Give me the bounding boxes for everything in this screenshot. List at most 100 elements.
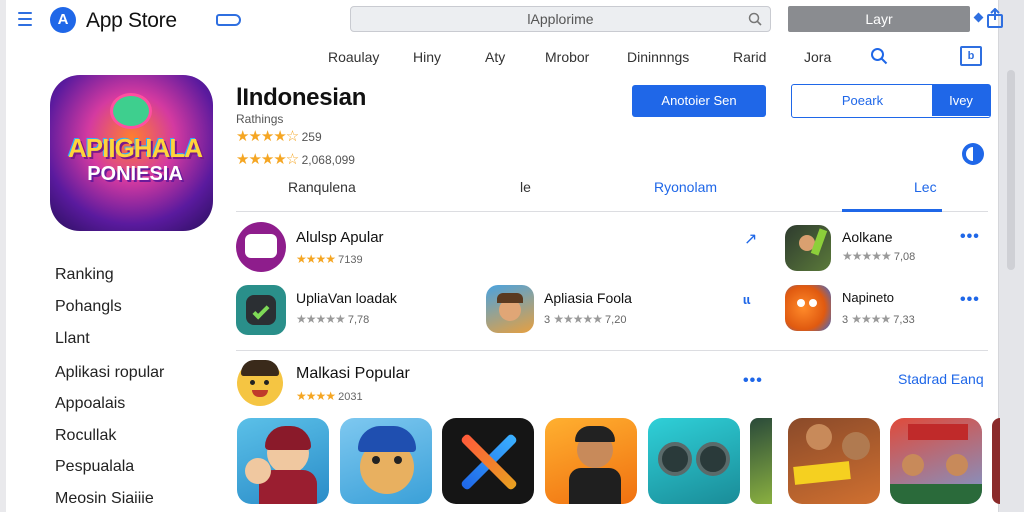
link-icon[interactable]: ɩɩ bbox=[743, 292, 750, 307]
active-tab-indicator bbox=[842, 209, 942, 212]
app-name[interactable]: Apliasia Foola bbox=[544, 290, 632, 306]
open-arrow-icon[interactable]: ↗ bbox=[744, 229, 757, 249]
nav-item[interactable]: Dininnngs bbox=[627, 49, 689, 65]
sidebar-item[interactable]: Aplikasi ropular bbox=[55, 364, 164, 382]
app-rating: ★★★★★ 7,08 bbox=[842, 249, 915, 263]
nav-item[interactable]: Hiny bbox=[413, 49, 441, 65]
vertical-scrollbar[interactable] bbox=[998, 0, 1024, 512]
category-nav: Roaulay Hiny Aty Mrobor Dininnngs Rarid … bbox=[300, 44, 1000, 72]
featured-app-logo-text: APIIGHALA bbox=[68, 133, 203, 163]
app-tile-partial[interactable] bbox=[750, 418, 772, 504]
app-tile[interactable] bbox=[442, 418, 534, 504]
share-icon[interactable] bbox=[986, 8, 1004, 28]
app-tile[interactable] bbox=[545, 418, 637, 504]
app-tile[interactable] bbox=[340, 418, 432, 504]
star-rating: ★★★★ bbox=[851, 312, 891, 326]
app-tile[interactable] bbox=[890, 418, 982, 504]
left-window-edge bbox=[0, 0, 6, 512]
nav-item[interactable]: Rarid bbox=[733, 49, 766, 65]
section-title: Malkasi Popular bbox=[296, 365, 410, 382]
app-tile[interactable] bbox=[648, 418, 740, 504]
layr-button[interactable]: Layr bbox=[788, 6, 970, 32]
sidebar-item[interactable]: Appoalais bbox=[55, 395, 125, 413]
section-tabs: Ranqulena le Ryonolam Lec bbox=[236, 172, 988, 212]
nav-item[interactable]: Roaulay bbox=[328, 49, 379, 65]
rating-value: 7,78 bbox=[347, 314, 370, 326]
star-rating: ★★★★★ bbox=[553, 312, 603, 326]
see-all-link[interactable]: Stadrad Eanq bbox=[898, 371, 984, 387]
more-options-icon[interactable]: ••• bbox=[743, 372, 763, 390]
app-name[interactable]: UpliaVan loadak bbox=[296, 290, 397, 306]
theme-toggle-icon[interactable] bbox=[962, 143, 984, 165]
rating-value: 7,20 bbox=[605, 314, 627, 326]
star-rating: ★★★★★ bbox=[296, 312, 346, 326]
search-input[interactable]: lApplorime bbox=[350, 6, 771, 32]
page-title: lIndonesian bbox=[236, 84, 367, 111]
sidebar-item[interactable]: Pespualala bbox=[55, 458, 134, 476]
scrollbar-thumb[interactable] bbox=[1007, 70, 1015, 270]
secondary-action-right-button[interactable]: Ivey bbox=[932, 85, 990, 116]
search-input-value: lApplorime bbox=[527, 11, 594, 27]
app-tile-partial[interactable] bbox=[992, 418, 1000, 504]
message-icon[interactable] bbox=[216, 14, 241, 26]
app-title: App Store bbox=[86, 9, 177, 32]
sidebar-item[interactable]: Llant bbox=[55, 330, 90, 348]
secondary-action-button[interactable]: Poeark Ivey bbox=[791, 84, 991, 118]
featured-app-logo-text: PONIESIA bbox=[87, 163, 183, 185]
app-rating: ★★★★★ 7,78 bbox=[296, 312, 369, 326]
hamburger-menu-icon[interactable] bbox=[18, 12, 32, 26]
primary-action-button[interactable]: Anotoier Sen bbox=[632, 85, 766, 117]
popular-section-icon bbox=[237, 360, 283, 406]
bookmark-box-icon[interactable]: b bbox=[960, 46, 982, 66]
section-rating: ★★★★ 2031 bbox=[296, 389, 363, 403]
rating-prefix: 3 bbox=[842, 314, 849, 326]
featured-app-icon[interactable]: APIIGHALA PONIESIA bbox=[50, 75, 213, 231]
app-name[interactable]: Napineto bbox=[842, 290, 894, 305]
rating-summary: ★★★★☆ 259 bbox=[236, 127, 322, 145]
rating-prefix: 3 bbox=[544, 314, 551, 326]
app-name[interactable]: Alulsp Apular bbox=[296, 229, 384, 246]
diamond-icon[interactable] bbox=[973, 12, 984, 23]
tab-item[interactable]: Ranqulena bbox=[288, 179, 356, 195]
app-icon-napineto[interactable] bbox=[785, 285, 831, 331]
star-rating: ★★★★ bbox=[296, 389, 336, 403]
nav-item[interactable]: Jora bbox=[804, 49, 831, 65]
sidebar-item[interactable]: Meosin Siaiiie bbox=[55, 490, 154, 508]
rating-value: 259 bbox=[301, 130, 322, 144]
app-rating: 3 ★★★★★ 7,20 bbox=[544, 312, 626, 326]
tab-item[interactable]: le bbox=[520, 179, 531, 195]
rating-value: 7139 bbox=[338, 254, 363, 266]
star-rating: ★★★★☆ bbox=[236, 151, 299, 168]
app-icon-aolkane[interactable] bbox=[785, 225, 831, 271]
rating-value: 7,33 bbox=[893, 314, 915, 326]
nav-item[interactable]: Aty bbox=[485, 49, 505, 65]
tab-item[interactable]: Ryonolam bbox=[654, 179, 717, 195]
more-options-icon[interactable]: ••• bbox=[960, 291, 980, 309]
app-icon-upliavan[interactable] bbox=[236, 285, 286, 335]
mascot-icon bbox=[110, 93, 152, 129]
rating-value: 2031 bbox=[338, 391, 363, 403]
star-rating: ★★★★ bbox=[296, 252, 336, 266]
app-tile[interactable] bbox=[237, 418, 329, 504]
app-icon-apliasia[interactable] bbox=[486, 285, 534, 333]
rating-value: 7,08 bbox=[893, 251, 916, 263]
sidebar-item[interactable]: Ranking bbox=[55, 266, 114, 284]
app-store-window: A App Store lApplorime Layr Roaulay Hiny… bbox=[0, 0, 1024, 512]
sidebar-item[interactable]: Rocullak bbox=[55, 427, 116, 445]
more-options-icon[interactable]: ••• bbox=[960, 228, 980, 246]
rating-summary: ★★★★☆ 2,068,099 bbox=[236, 150, 355, 168]
secondary-action-label[interactable]: Poeark bbox=[792, 85, 933, 116]
app-rating: 3 ★★★★ 7,33 bbox=[842, 312, 915, 326]
app-icon-alulsp[interactable] bbox=[236, 222, 286, 272]
app-tile[interactable] bbox=[788, 418, 880, 504]
star-rating: ★★★★☆ bbox=[236, 128, 299, 145]
nav-search-icon[interactable] bbox=[870, 47, 888, 65]
search-icon[interactable] bbox=[748, 12, 762, 26]
sidebar-item[interactable]: Pohangls bbox=[55, 298, 122, 316]
ratings-label: Rathings bbox=[236, 112, 284, 126]
nav-item[interactable]: Mrobor bbox=[545, 49, 589, 65]
tab-item-active[interactable]: Lec bbox=[914, 179, 937, 195]
top-bar: A App Store lApplorime Layr bbox=[6, 0, 1003, 40]
star-rating: ★★★★★ bbox=[842, 249, 892, 263]
app-name[interactable]: Aolkane bbox=[842, 229, 893, 245]
